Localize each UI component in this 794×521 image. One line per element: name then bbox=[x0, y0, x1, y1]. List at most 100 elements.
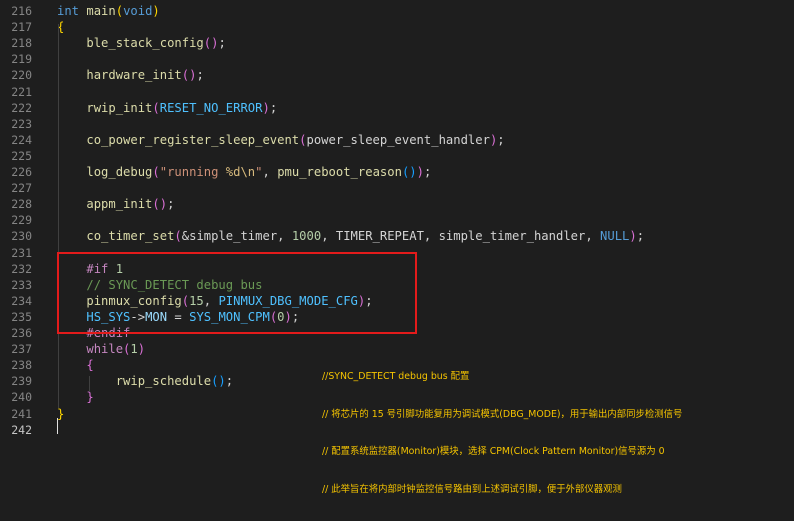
annotation-comment: //SYNC_DETECT debug bus 配置 // 将芯片的 15 号引… bbox=[322, 346, 682, 521]
line-number: 219 bbox=[11, 52, 32, 67]
code-text: appm_init(); bbox=[57, 196, 174, 212]
code-editor[interactable]: 216 int main(void) 217{218 ble_stack_confi… bbox=[0, 0, 794, 495]
code-line[interactable]: 228 appm_init(); bbox=[0, 196, 794, 212]
code-token: ; bbox=[196, 68, 204, 83]
code-text: log_debug("running %d\n", pmu_reboot_rea… bbox=[57, 164, 431, 180]
line-number: 230 bbox=[11, 229, 32, 244]
code-token: ; bbox=[497, 132, 505, 147]
code-line[interactable]: 217{ bbox=[0, 19, 794, 35]
line-number: 227 bbox=[11, 181, 32, 196]
code-token: ble_stack_config bbox=[86, 36, 204, 51]
code-line[interactable]: 224 co_power_register_sleep_event(power_… bbox=[0, 132, 794, 148]
line-number: 225 bbox=[11, 148, 32, 163]
code-token: co_power_register_sleep_event bbox=[86, 132, 300, 147]
code-line[interactable]: 225 bbox=[0, 148, 794, 164]
code-token: "running bbox=[159, 165, 226, 179]
code-text: int main(void) bbox=[57, 3, 160, 19]
line-number: 239 bbox=[11, 374, 32, 389]
line-number: 237 bbox=[11, 342, 32, 357]
code-token: () bbox=[152, 197, 168, 212]
code-text: while(1) bbox=[57, 341, 145, 357]
code-token: rwip_init bbox=[86, 100, 153, 115]
code-token: hardware_init bbox=[86, 68, 182, 83]
code-line[interactable]: 220 hardware_init(); bbox=[0, 67, 794, 83]
code-token: ) bbox=[416, 165, 424, 179]
code-token: () bbox=[401, 165, 417, 179]
line-number: 224 bbox=[11, 132, 32, 147]
code-token: RESET_NO_ERROR bbox=[159, 100, 263, 115]
highlight-box bbox=[57, 252, 417, 334]
line-number: 242 bbox=[11, 422, 32, 437]
code-token: () bbox=[211, 374, 226, 389]
line-number: 218 bbox=[11, 36, 32, 51]
code-text: { bbox=[57, 357, 93, 373]
code-line[interactable]: 219 bbox=[0, 51, 794, 67]
code-token: int bbox=[57, 4, 80, 18]
code-text: hardware_init(); bbox=[57, 67, 204, 83]
code-line[interactable]: 229 bbox=[0, 212, 794, 228]
code-token: &simple_timer, bbox=[181, 229, 292, 244]
code-text: ble_stack_config(); bbox=[57, 35, 226, 51]
line-number: 216 bbox=[11, 4, 32, 18]
code-token: () bbox=[181, 68, 197, 83]
code-token: power_sleep_event_handler bbox=[306, 132, 490, 147]
code-token: } bbox=[86, 390, 94, 405]
code-token: () bbox=[203, 36, 219, 51]
code-line[interactable]: 216 int main(void) bbox=[0, 3, 794, 19]
code-token: NULL bbox=[600, 229, 630, 244]
code-token: pmu_reboot_reason bbox=[277, 165, 402, 179]
code-token: ) bbox=[152, 4, 160, 18]
line-number: 228 bbox=[11, 197, 32, 212]
code-line[interactable]: 227 bbox=[0, 180, 794, 196]
line-number: 221 bbox=[11, 84, 32, 99]
code-token: ; bbox=[218, 36, 226, 51]
code-text: co_timer_set(&simple_timer, 1000, TIMER_… bbox=[57, 228, 644, 244]
code-token: ; bbox=[225, 374, 234, 389]
code-token: void bbox=[123, 4, 153, 18]
code-token: main bbox=[86, 4, 116, 18]
indent-guide bbox=[58, 24, 59, 408]
line-number: 217 bbox=[11, 20, 32, 35]
line-number: 241 bbox=[11, 406, 32, 421]
code-token: ; bbox=[423, 165, 432, 179]
code-token: ) bbox=[137, 342, 146, 357]
code-line[interactable]: 221 bbox=[0, 84, 794, 100]
code-token: ( bbox=[174, 229, 182, 244]
line-number: 223 bbox=[11, 116, 32, 131]
code-token: ( bbox=[152, 100, 160, 115]
code-line[interactable]: 230 co_timer_set(&simple_timer, 1000, TI… bbox=[0, 228, 794, 244]
code-token: ) bbox=[262, 100, 270, 115]
line-number: 238 bbox=[11, 358, 32, 373]
annotation-line: //SYNC_DETECT debug bus 配置 bbox=[322, 371, 470, 382]
code-token: ( bbox=[152, 165, 160, 179]
code-token: ; bbox=[636, 229, 645, 244]
line-number: 234 bbox=[11, 293, 32, 308]
text-cursor bbox=[57, 418, 58, 434]
code-line[interactable]: 226 log_debug("running %d\n", pmu_reboot… bbox=[0, 164, 794, 180]
line-number: 233 bbox=[11, 277, 32, 292]
code-line[interactable]: 222 rwip_init(RESET_NO_ERROR); bbox=[0, 100, 794, 116]
code-token: co_timer_set bbox=[86, 229, 175, 244]
code-token: ) bbox=[629, 229, 637, 244]
line-number: 240 bbox=[11, 390, 32, 405]
annotation-line: // 此举旨在将内部时钟监控信号路由到上述调试引脚，便于外部仪器观测 bbox=[322, 483, 622, 495]
code-line[interactable]: 223 bbox=[0, 116, 794, 132]
line-number: 220 bbox=[11, 68, 32, 83]
code-token: rwip_schedule bbox=[115, 374, 212, 389]
code-line[interactable]: 218 ble_stack_config(); bbox=[0, 35, 794, 51]
line-number: 222 bbox=[11, 100, 32, 115]
code-text: rwip_init(RESET_NO_ERROR); bbox=[57, 100, 277, 116]
annotation-line: // 将芯片的 15 号引脚功能复用为调试模式(DBG_MODE)，用于输出内部… bbox=[322, 408, 683, 420]
annotation-line: // 配置系统监控器(Monitor)模块，选择 CPM(Clock Patte… bbox=[322, 446, 665, 457]
code-token: ( bbox=[115, 4, 124, 18]
line-number: 229 bbox=[11, 213, 32, 228]
line-number: 235 bbox=[11, 309, 32, 324]
code-token: ; bbox=[167, 197, 175, 212]
code-token: } bbox=[57, 406, 65, 421]
